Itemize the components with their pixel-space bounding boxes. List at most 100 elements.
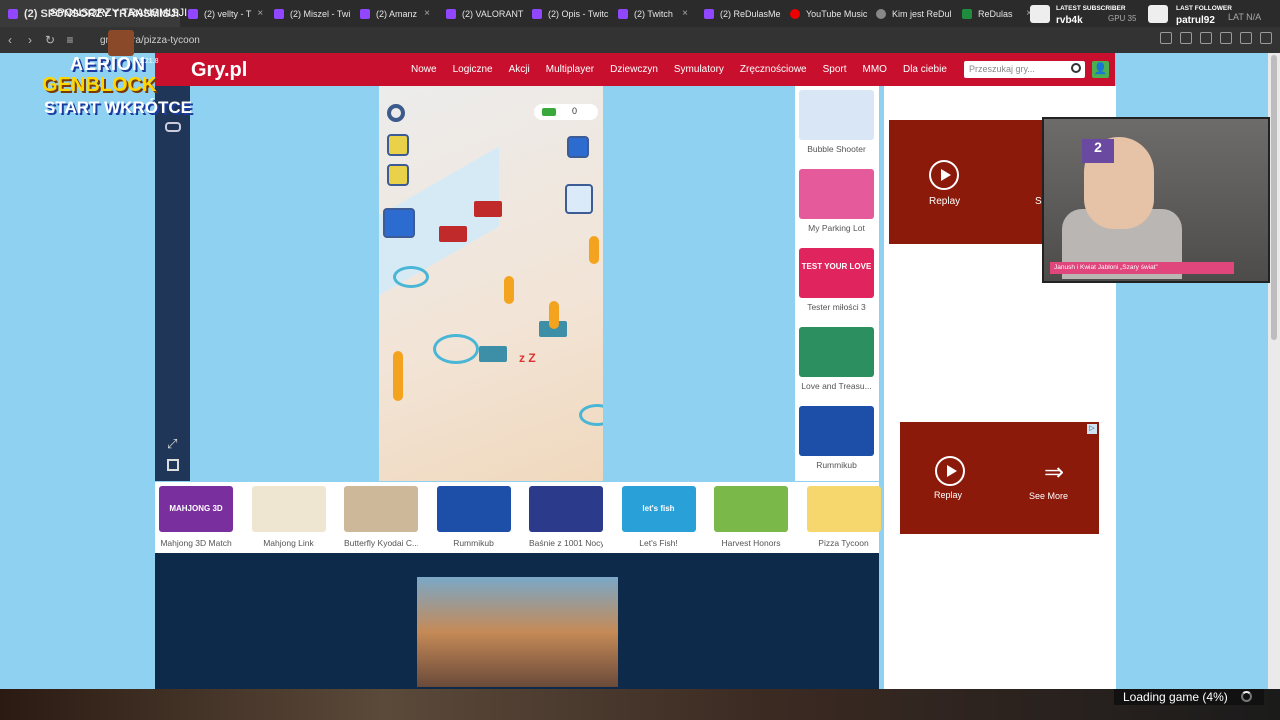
game-image[interactable]: [799, 406, 874, 456]
video-caption: [429, 672, 609, 680]
game-image[interactable]: TEST YOUR LOVE: [799, 248, 874, 298]
nav-item[interactable]: MMO: [855, 64, 895, 75]
game-image[interactable]: [714, 486, 788, 532]
shop-icon[interactable]: [567, 136, 589, 158]
game-title[interactable]: Rummikub: [799, 460, 874, 470]
back-icon[interactable]: ‹: [0, 33, 20, 47]
nav-item[interactable]: Symulatory: [666, 64, 732, 75]
game-image[interactable]: [251, 486, 326, 532]
game-title[interactable]: Tester miłości 3: [799, 302, 874, 312]
replay-label[interactable]: Replay: [929, 196, 960, 207]
ad-secondary-label[interactable]: S: [1035, 196, 1042, 207]
upgrade-icon[interactable]: [565, 184, 593, 214]
nav-item[interactable]: Akcji: [501, 64, 538, 75]
game-thumbnail[interactable]: TEST YOUR LOVE Tester miłości 3: [799, 248, 874, 312]
cash-counter: 0: [534, 104, 598, 120]
game-canvas[interactable]: z Z 0: [379, 86, 603, 481]
sidebar-icon[interactable]: [1240, 32, 1252, 44]
replay-icon[interactable]: [935, 456, 965, 486]
nav-item[interactable]: Multiplayer: [538, 64, 602, 75]
game-thumbnail[interactable]: My Parking Lot: [799, 169, 874, 233]
game-thumbnail[interactable]: Rummikub: [436, 486, 511, 548]
game-thumbnail[interactable]: Pizza Tycoon: [806, 486, 881, 548]
challenge-icon[interactable]: [383, 208, 415, 238]
coin-stack: [589, 236, 599, 264]
nav-item[interactable]: Nowe: [403, 64, 445, 75]
chef-icon[interactable]: [387, 164, 409, 186]
game-image[interactable]: [529, 486, 603, 532]
game-image[interactable]: [799, 327, 874, 377]
arrow-right-icon[interactable]: ⇒: [1044, 458, 1064, 487]
fullscreen-icon[interactable]: [167, 459, 179, 471]
heart-icon: [1148, 5, 1168, 23]
sponsor-text: SPONSORZY TRANSMISJI: [50, 7, 188, 19]
game-title[interactable]: Love and Treasu...: [799, 381, 874, 391]
scrollbar-thumb[interactable]: [1271, 55, 1277, 340]
expand-icon[interactable]: ⤢: [167, 436, 177, 452]
game-side-rail: ⤢: [155, 86, 190, 481]
ad-info-icon[interactable]: ▷: [1087, 424, 1097, 434]
game-image[interactable]: [799, 169, 874, 219]
replay-label[interactable]: Replay: [934, 490, 962, 500]
game-title[interactable]: Bubble Shooter: [799, 144, 874, 154]
restaurant-table: [439, 226, 467, 242]
stream-logo-line2: GENBLOCK: [42, 74, 157, 96]
settings-icon[interactable]: [387, 104, 405, 122]
see-more-label[interactable]: See More: [1029, 491, 1068, 501]
upgrade-circle[interactable]: [579, 404, 603, 426]
game-thumbnail[interactable]: Harvest Honors: [714, 486, 788, 548]
game-thumbnail[interactable]: Baśnie z 1001 Nocy: [529, 486, 603, 548]
stream-logo-line3: START WKRÓTCE: [44, 98, 192, 117]
ad-banner-top[interactable]: Replay S: [889, 120, 1064, 244]
nav-item[interactable]: Dziewczyn: [602, 64, 666, 75]
upgrade-circle[interactable]: [433, 334, 479, 364]
game-title[interactable]: Let's Fish!: [622, 538, 696, 548]
game-thumbnail[interactable]: Mahjong Link: [251, 486, 326, 548]
latest-subscriber-title: LATEST SUBSCRIBER: [1056, 5, 1126, 12]
menu-icon[interactable]: [1260, 32, 1272, 44]
game-title[interactable]: Mahjong 3D Match: [159, 538, 233, 548]
game-image[interactable]: let's fish: [621, 486, 696, 532]
map-icon[interactable]: [387, 134, 409, 156]
game-image[interactable]: [806, 486, 881, 532]
ad-banner-bottom[interactable]: ▷ Replay ⇒ See More: [900, 422, 1099, 534]
game-title[interactable]: Pizza Tycoon: [807, 538, 881, 548]
game-image[interactable]: [799, 90, 874, 140]
game-title[interactable]: Harvest Honors: [714, 538, 788, 548]
game-thumbnail[interactable]: let's fish Let's Fish!: [621, 486, 696, 548]
game-thumbnail[interactable]: Love and Treasu...: [799, 327, 874, 391]
nav-item[interactable]: Dla ciebie: [895, 64, 955, 75]
game-title[interactable]: Mahjong Link: [252, 538, 326, 548]
search-input[interactable]: Przeszukaj gry...: [964, 61, 1085, 78]
game-thumbnail[interactable]: MAHJONG 3D Mahjong 3D Match: [159, 486, 233, 548]
latest-subscriber-name: rvb4k: [1056, 15, 1083, 26]
extension-icon[interactable]: [1200, 32, 1212, 44]
extension-icon[interactable]: [1160, 32, 1172, 44]
game-image[interactable]: MAHJONG 3D: [159, 486, 233, 532]
game-title[interactable]: Butterfly Kyodai C...: [344, 538, 418, 548]
nav-item[interactable]: Logiczne: [445, 64, 501, 75]
video-player[interactable]: [417, 577, 618, 687]
game-thumbnail[interactable]: Rummikub: [799, 406, 874, 470]
nav-item[interactable]: Sport: [815, 64, 855, 75]
game-thumbnail[interactable]: Butterfly Kyodai C...: [344, 486, 418, 548]
extension-icon[interactable]: [1180, 32, 1192, 44]
sleep-indicator: z Z: [519, 351, 536, 365]
cash-icon: [542, 108, 556, 116]
nav-item[interactable]: Zręcznościowe: [732, 64, 815, 75]
minecraft-character-icon: [108, 30, 134, 56]
game-image[interactable]: [436, 486, 511, 532]
game-title[interactable]: Rummikub: [437, 538, 511, 548]
game-area: z Z 0: [190, 86, 795, 481]
game-image[interactable]: [344, 486, 418, 532]
user-icon[interactable]: 👤: [1092, 61, 1109, 78]
now-playing-bar: Janush i Kwiat Jabłoni „Szary świat": [1050, 262, 1234, 274]
upgrade-circle[interactable]: [393, 266, 429, 288]
extension-icon[interactable]: [1220, 32, 1232, 44]
search-icon[interactable]: [1071, 63, 1081, 73]
game-title[interactable]: My Parking Lot: [799, 223, 874, 233]
replay-icon[interactable]: [929, 160, 959, 190]
game-title[interactable]: Baśnie z 1001 Nocy: [529, 538, 603, 548]
game-thumbnail[interactable]: Bubble Shooter: [799, 90, 874, 154]
latency-readout: LAT N/A: [1228, 12, 1262, 22]
